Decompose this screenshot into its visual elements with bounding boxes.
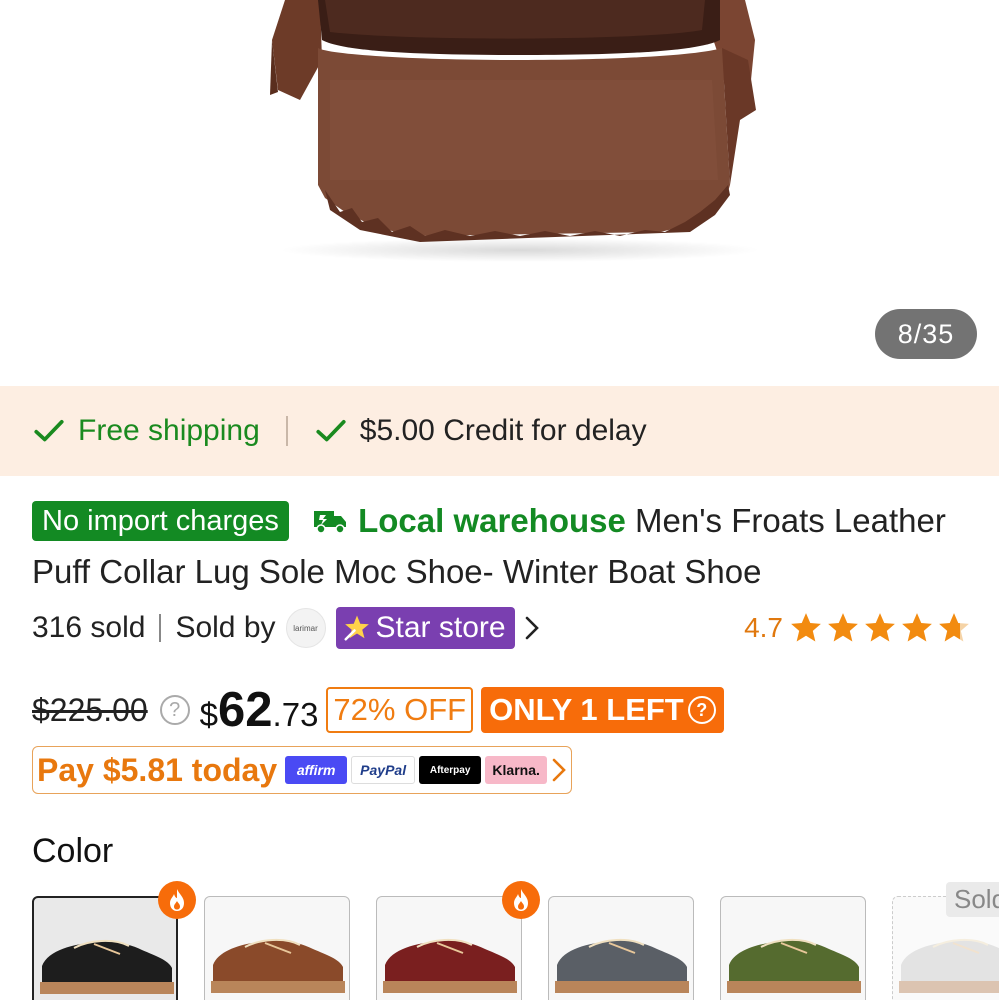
star-store-badge[interactable]: Star store [335,607,515,649]
hot-flame-icon [158,881,196,919]
product-image[interactable]: 8/35 [0,0,999,385]
check-icon [34,419,64,442]
pay-later-banner[interactable]: Pay $5.81 today affirm PayPal Afterpay K… [32,746,572,794]
credit-delay-item: $5.00 Credit for delay [314,414,647,448]
shoe-thumbnail [727,939,861,993]
divider [285,416,288,446]
price-decimal: .73 [272,696,319,733]
divider [159,614,162,642]
sold-count: 316 sold [32,611,146,644]
shoe-heel-illustration [270,0,760,262]
star-store-label: Star store [375,611,506,644]
hot-flame-icon [502,881,540,919]
credit-delay-label: $5.00 Credit for delay [359,414,647,447]
product-title: No import charges Local warehouse Men's … [32,495,972,597]
price-currency: $ [199,696,219,733]
rating-value: 4.7 [744,612,783,643]
check-icon [316,419,346,442]
image-counter: 8/35 [875,309,977,359]
star-store-icon [344,615,369,641]
paypal-logo: PayPal [351,756,416,784]
original-price: $225.00 [32,691,148,728]
rating-stars [787,611,972,645]
rating[interactable]: 4.7 [744,611,972,645]
affirm-logo: affirm [285,756,348,784]
color-swatch-black[interactable] [32,896,178,1000]
seller-info-row: 316 sold Sold by larimar Star store 4.7 [32,604,972,652]
seller-logo[interactable]: larimar [285,608,326,648]
no-import-charges-badge: No import charges [32,501,289,541]
price-help-icon[interactable]: ? [159,695,190,725]
chevron-right-icon[interactable] [551,757,567,783]
seller-logo-text: larimar [293,623,318,633]
shoe-thumbnail [211,939,345,993]
color-section-title: Color [32,832,114,870]
stock-help-icon[interactable]: ? [687,696,716,724]
local-warehouse-label: Local warehouse [358,502,626,539]
star-half-icon [939,613,969,642]
stock-label: ONLY 1 LEFT [489,692,684,727]
color-swatch-olive[interactable] [720,896,866,1000]
afterpay-logo: Afterpay [419,756,482,784]
color-swatch-grey[interactable] [548,896,694,1000]
stock-badge[interactable]: ONLY 1 LEFT ? [481,687,724,733]
shoe-thumbnail [555,939,689,993]
shoe-thumbnail [40,940,174,994]
free-shipping-label: Free shipping [78,414,260,447]
current-price: $ 62 .73 [200,682,319,738]
price-integer: 62 [218,683,273,737]
color-swatch-burgundy[interactable] [376,896,522,1000]
flame-icon [170,889,184,911]
star-icon [865,613,895,642]
star-icon [791,613,821,642]
chevron-right-icon[interactable] [523,614,541,642]
pay-today-label: Pay $5.81 today [37,751,278,788]
star-icon [902,613,932,642]
flame-icon [514,889,528,911]
price-row: $225.00 ? $ 62 .73 72% OFF ONLY 1 LEFT ? [32,682,724,738]
shoe-thumbnail [383,939,517,993]
klarna-logo: Klarna. [485,756,548,784]
sold-by-label: Sold by [175,611,276,644]
free-shipping-item: Free shipping [32,414,260,448]
star-icon [828,613,858,642]
shipping-benefits-bar[interactable]: Free shipping $5.00 Credit for delay [0,386,999,476]
sold-out-tag: Sold [946,882,999,917]
color-swatch-brown[interactable] [204,896,350,1000]
discount-badge: 72% OFF [326,687,474,733]
truck-icon [314,511,347,534]
